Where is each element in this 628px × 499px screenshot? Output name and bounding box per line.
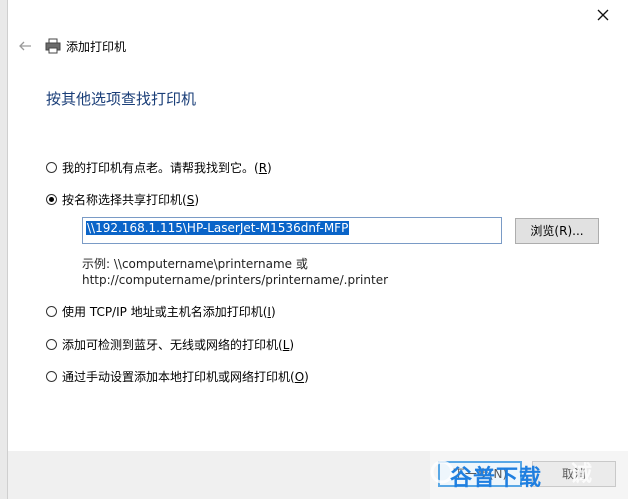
option-tcpip[interactable]: 使用 TCP/IP 地址或主机名添加打印机(I) [46, 302, 276, 320]
option-label: 使用 TCP/IP 地址或主机名添加打印机(I) [62, 304, 276, 319]
watermark-text-2: 诚 [570, 462, 593, 487]
browse-button[interactable]: 浏览(R)... [515, 218, 599, 244]
option-manual-settings[interactable]: 通过手动设置添加本地打印机或网络打印机(O) [46, 367, 309, 385]
printer-icon [45, 38, 61, 54]
selected-path-text: \\192.168.1.115\HP-LaserJet-M1536dnf-MFP [86, 221, 350, 235]
option-label: 按名称选择共享打印机(S) [62, 192, 200, 207]
option-label: 通过手动设置添加本地打印机或网络打印机(O) [62, 369, 309, 384]
radio-tcpip[interactable] [46, 305, 57, 317]
option-label: 我的打印机有点老。请帮我找到它。(R) [62, 160, 272, 175]
option-label: 添加可检测到蓝牙、无线或网络的打印机(L) [62, 337, 295, 352]
watermark-text: 谷普下载 [450, 466, 543, 491]
window-title: 添加打印机 [66, 40, 127, 54]
page-heading: 按其他选项查找打印机 [46, 90, 197, 108]
option-shared-printer[interactable]: 按名称选择共享打印机(S) [46, 190, 199, 208]
option-old-printer[interactable]: 我的打印机有点老。请帮我找到它。(R) [46, 158, 272, 176]
close-icon[interactable] [593, 5, 613, 25]
printer-path-input[interactable]: \\192.168.1.115\HP-LaserJet-M1536dnf-MFP [82, 217, 502, 244]
radio-manual-settings[interactable] [46, 370, 57, 382]
back-arrow-icon[interactable] [17, 38, 33, 54]
radio-bluetooth-wireless[interactable] [46, 338, 57, 350]
add-printer-dialog: 添加打印机 按其他选项查找打印机 我的打印机有点老。请帮我找到它。(R) 按名称… [7, 0, 628, 499]
radio-old-printer[interactable] [46, 161, 57, 173]
option-bluetooth-wireless[interactable]: 添加可检测到蓝牙、无线或网络的打印机(L) [46, 335, 294, 353]
radio-shared-printer[interactable] [46, 193, 57, 205]
example-text: 示例: \\computername\printername 或 http://… [82, 257, 389, 287]
